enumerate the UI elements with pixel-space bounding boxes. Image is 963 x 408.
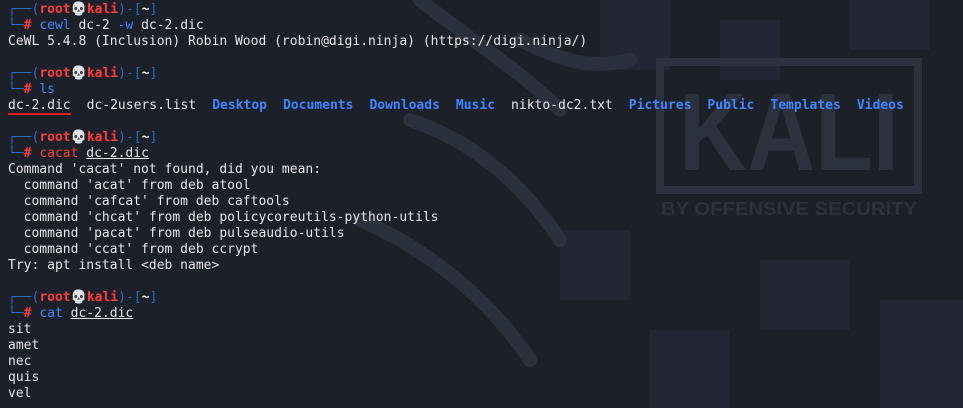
ls-listing: dc-2.dic dc-2users.list Desktop Documents Do… — [8, 98, 963, 115]
terminal-output[interactable]: ┌──(root💀kali)-[~] └─# cewl dc-2 -w dc-2… — [8, 2, 963, 402]
output-line: command 'ccat' from deb ccrypt — [8, 242, 259, 257]
prompt-line: ┌──(root💀kali)-[~] — [8, 66, 158, 81]
command-name: cat — [39, 306, 63, 321]
output-line: CeWL 5.4.8 (Inclusion) Robin Wood (robin… — [8, 34, 588, 49]
command-line: └─# cat dc-2.dic — [8, 306, 134, 321]
ls-item-dir[interactable]: Videos — [857, 98, 904, 113]
command-line: └─# cewl dc-2 -w dc-2.dic — [8, 18, 204, 33]
skull-icon: 💀 — [70, 2, 87, 17]
skull-icon: 💀 — [70, 290, 87, 305]
output-line: quis — [8, 370, 40, 385]
skull-icon: 💀 — [70, 130, 87, 145]
path-argument: dc-2.dic — [70, 306, 134, 321]
ls-item[interactable]: dc-2users.list — [87, 98, 197, 113]
ls-item-dir[interactable]: Public — [707, 98, 754, 113]
output-line: nec — [8, 354, 32, 369]
output-line: Command 'cacat' not found, did you mean: — [8, 162, 322, 177]
command-name-invalid: cacat — [39, 146, 79, 161]
command-name: cewl — [39, 18, 71, 33]
command-option: -w — [117, 18, 134, 33]
prompt-line: ┌──(root💀kali)-[~] — [8, 130, 158, 145]
ls-item-dir[interactable]: Templates — [770, 98, 840, 113]
output-line: command 'cafcat' from deb caftools — [8, 194, 290, 209]
output-line: command 'pacat' from deb pulseaudio-util… — [8, 226, 345, 241]
terminal-window[interactable]: KALI BY OFFENSIVE SECURITY ┌──(root💀kali… — [0, 0, 963, 408]
output-line: sit — [8, 322, 32, 337]
prompt-line: ┌──(root💀kali)-[~] — [8, 2, 158, 17]
ls-item-dir[interactable]: Pictures — [629, 98, 692, 113]
ls-item[interactable]: nikto-dc2.txt — [511, 98, 613, 113]
ls-item-dir[interactable]: Downloads — [369, 98, 439, 113]
ls-item-selected[interactable]: dc-2.dic — [8, 99, 71, 115]
prompt-line: ┌──(root💀kali)-[~] — [8, 290, 158, 305]
output-line: command 'chcat' from deb policycoreutils… — [8, 210, 439, 225]
output-line: Try: apt install <deb name> — [8, 258, 220, 273]
output-line: command 'acat' from deb atool — [8, 178, 251, 193]
path-argument: dc-2.dic — [86, 146, 149, 161]
skull-icon: 💀 — [70, 66, 87, 81]
command-line: └─# ls — [8, 82, 55, 97]
output-line: vel — [8, 386, 32, 401]
ls-item-dir[interactable]: Desktop — [212, 98, 267, 113]
ls-item-dir[interactable]: Music — [456, 98, 495, 113]
command-line: └─# cacat dc-2.dic — [8, 146, 149, 161]
ls-item-dir[interactable]: Documents — [283, 98, 353, 113]
command-name: ls — [39, 82, 55, 97]
output-line: amet — [8, 338, 40, 353]
